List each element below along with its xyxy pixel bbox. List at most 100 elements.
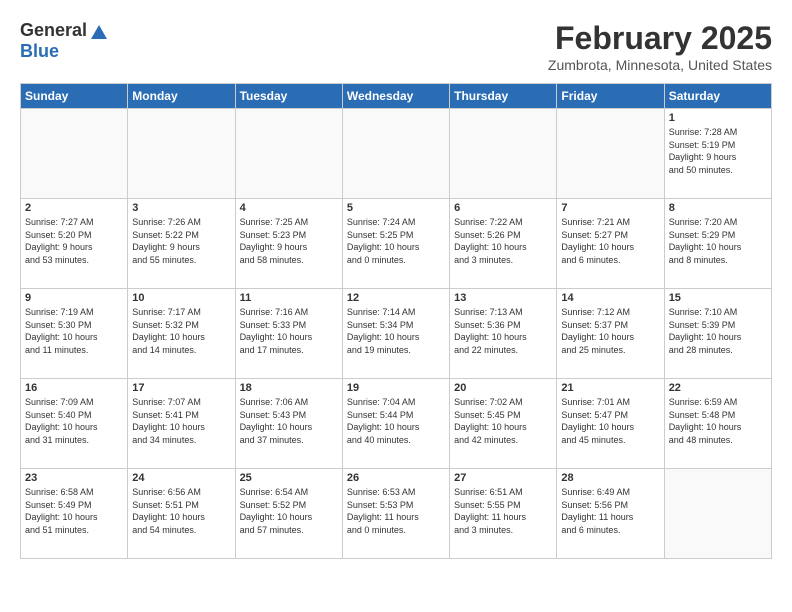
- calendar-cell: 3Sunrise: 7:26 AM Sunset: 5:22 PM Daylig…: [128, 199, 235, 289]
- day-number: 14: [561, 292, 659, 304]
- day-content: Sunrise: 7:04 AM Sunset: 5:44 PM Dayligh…: [347, 396, 445, 446]
- day-number: 8: [669, 202, 767, 214]
- calendar-cell: 22Sunrise: 6:59 AM Sunset: 5:48 PM Dayli…: [664, 379, 771, 469]
- calendar-cell: 16 Sunrise: 7:09 AM Sunset: 5:40 PM Dayli…: [21, 379, 128, 469]
- calendar-cell: 4 Sunrise: 7:25 AM Sunset: 5:23 PM Daylig…: [235, 199, 342, 289]
- calendar-cell: 1 Sunrise: 7:28 AM Sunset: 5:19 PM Daylig…: [664, 109, 771, 199]
- day-content: Sunrise: 7:01 AM Sunset: 5:47 PM Dayligh…: [561, 396, 659, 446]
- day-number: 19: [347, 382, 445, 394]
- calendar-cell: 5 Sunrise: 7:24 AM Sunset: 5:25 PM Daylig…: [342, 199, 449, 289]
- day-number: 2: [25, 202, 123, 214]
- day-content: Sunrise: 6:58 AM Sunset: 5:49 PM Dayligh…: [25, 486, 123, 536]
- day-content: Sunrise: 7:22 AM Sunset: 5:26 PM Dayligh…: [454, 216, 552, 266]
- day-number: 20: [454, 382, 552, 394]
- day-number: 16: [25, 382, 123, 394]
- day-number: 21: [561, 382, 659, 394]
- day-content: Sunrise: 6:51 AM Sunset: 5:55 PM Dayligh…: [454, 486, 552, 536]
- logo-blue-text: Blue: [20, 41, 59, 62]
- day-content: Sunrise: 7:27 AM Sunset: 5:20 PM Dayligh…: [25, 216, 123, 266]
- calendar-cell: [557, 109, 664, 199]
- logo: General Blue: [20, 20, 107, 62]
- day-number: 13: [454, 292, 552, 304]
- day-content: Sunrise: 7:13 AM Sunset: 5:36 PM Dayligh…: [454, 306, 552, 356]
- day-content: Sunrise: 7:12 AM Sunset: 5:37 PM Dayligh…: [561, 306, 659, 356]
- calendar-cell: [21, 109, 128, 199]
- calendar-cell: 14 Sunrise: 7:12 AM Sunset: 5:37 PM Dayli…: [557, 289, 664, 379]
- day-number: 9: [25, 292, 123, 304]
- calendar-week-row: 23 Sunrise: 6:58 AM Sunset: 5:49 PM Dayli…: [21, 469, 772, 559]
- day-number: 12: [347, 292, 445, 304]
- day-number: 18: [240, 382, 338, 394]
- day-content: Sunrise: 6:59 AM Sunset: 5:48 PM Dayligh…: [669, 396, 767, 446]
- day-content: Sunrise: 7:26 AM Sunset: 5:22 PM Dayligh…: [132, 216, 230, 266]
- column-header-wednesday: Wednesday: [342, 84, 449, 109]
- day-number: 7: [561, 202, 659, 214]
- day-content: Sunrise: 7:20 AM Sunset: 5:29 PM Dayligh…: [669, 216, 767, 266]
- day-content: Sunrise: 7:17 AM Sunset: 5:32 PM Dayligh…: [132, 306, 230, 356]
- calendar-week-row: 1 Sunrise: 7:28 AM Sunset: 5:19 PM Daylig…: [21, 109, 772, 199]
- calendar-cell: 2 Sunrise: 7:27 AM Sunset: 5:20 PM Daylig…: [21, 199, 128, 289]
- day-content: Sunrise: 7:06 AM Sunset: 5:43 PM Dayligh…: [240, 396, 338, 446]
- calendar-cell: 18 Sunrise: 7:06 AM Sunset: 5:43 PM Dayli…: [235, 379, 342, 469]
- calendar-cell: 10 Sunrise: 7:17 AM Sunset: 5:32 PM Dayli…: [128, 289, 235, 379]
- calendar-cell: [128, 109, 235, 199]
- day-content: Sunrise: 6:53 AM Sunset: 5:53 PM Dayligh…: [347, 486, 445, 536]
- calendar-week-row: 2 Sunrise: 7:27 AM Sunset: 5:20 PM Daylig…: [21, 199, 772, 289]
- logo-general-text: General: [20, 20, 87, 41]
- calendar-cell: 12 Sunrise: 7:14 AM Sunset: 5:34 PM Dayli…: [342, 289, 449, 379]
- day-number: 23: [25, 472, 123, 484]
- day-content: Sunrise: 7:14 AM Sunset: 5:34 PM Dayligh…: [347, 306, 445, 356]
- logo-triangle-icon: [91, 25, 107, 39]
- day-content: Sunrise: 7:10 AM Sunset: 5:39 PM Dayligh…: [669, 306, 767, 356]
- day-content: Sunrise: 6:56 AM Sunset: 5:51 PM Dayligh…: [132, 486, 230, 536]
- calendar-cell: 28 Sunrise: 6:49 AM Sunset: 5:56 PM Dayli…: [557, 469, 664, 559]
- day-number: 1: [669, 112, 767, 124]
- calendar-cell: [450, 109, 557, 199]
- calendar-cell: 25 Sunrise: 6:54 AM Sunset: 5:52 PM Dayli…: [235, 469, 342, 559]
- column-header-friday: Friday: [557, 84, 664, 109]
- day-content: Sunrise: 7:07 AM Sunset: 5:41 PM Dayligh…: [132, 396, 230, 446]
- day-content: Sunrise: 6:49 AM Sunset: 5:56 PM Dayligh…: [561, 486, 659, 536]
- calendar-cell: 13 Sunrise: 7:13 AM Sunset: 5:36 PM Dayli…: [450, 289, 557, 379]
- calendar-cell: 26 Sunrise: 6:53 AM Sunset: 5:53 PM Dayli…: [342, 469, 449, 559]
- day-number: 15: [669, 292, 767, 304]
- day-content: Sunrise: 7:28 AM Sunset: 5:19 PM Dayligh…: [669, 126, 767, 176]
- location-subtitle: Zumbrota, Minnesota, United States: [548, 57, 772, 73]
- column-header-sunday: Sunday: [21, 84, 128, 109]
- day-number: 5: [347, 202, 445, 214]
- day-number: 27: [454, 472, 552, 484]
- day-content: Sunrise: 7:09 AM Sunset: 5:40 PM Dayligh…: [25, 396, 123, 446]
- day-content: Sunrise: 7:19 AM Sunset: 5:30 PM Dayligh…: [25, 306, 123, 356]
- day-number: 25: [240, 472, 338, 484]
- calendar-cell: 27 Sunrise: 6:51 AM Sunset: 5:55 PM Dayli…: [450, 469, 557, 559]
- day-number: 26: [347, 472, 445, 484]
- day-content: Sunrise: 7:25 AM Sunset: 5:23 PM Dayligh…: [240, 216, 338, 266]
- day-content: Sunrise: 6:54 AM Sunset: 5:52 PM Dayligh…: [240, 486, 338, 536]
- calendar-cell: 23 Sunrise: 6:58 AM Sunset: 5:49 PM Dayli…: [21, 469, 128, 559]
- calendar-cell: [235, 109, 342, 199]
- day-number: 28: [561, 472, 659, 484]
- day-number: 11: [240, 292, 338, 304]
- day-content: Sunrise: 7:02 AM Sunset: 5:45 PM Dayligh…: [454, 396, 552, 446]
- calendar-cell: 20 Sunrise: 7:02 AM Sunset: 5:45 PM Dayli…: [450, 379, 557, 469]
- column-header-monday: Monday: [128, 84, 235, 109]
- day-content: Sunrise: 7:24 AM Sunset: 5:25 PM Dayligh…: [347, 216, 445, 266]
- day-content: Sunrise: 7:21 AM Sunset: 5:27 PM Dayligh…: [561, 216, 659, 266]
- calendar-table: SundayMondayTuesdayWednesdayThursdayFrid…: [20, 83, 772, 559]
- calendar-cell: 11 Sunrise: 7:16 AM Sunset: 5:33 PM Dayli…: [235, 289, 342, 379]
- calendar-week-row: 9 Sunrise: 7:19 AM Sunset: 5:30 PM Daylig…: [21, 289, 772, 379]
- calendar-cell: 24 Sunrise: 6:56 AM Sunset: 5:51 PM Dayli…: [128, 469, 235, 559]
- calendar-cell: [664, 469, 771, 559]
- calendar-cell: 17 Sunrise: 7:07 AM Sunset: 5:41 PM Dayli…: [128, 379, 235, 469]
- day-number: 10: [132, 292, 230, 304]
- column-header-tuesday: Tuesday: [235, 84, 342, 109]
- day-number: 17: [132, 382, 230, 394]
- calendar-cell: 8 Sunrise: 7:20 AM Sunset: 5:29 PM Daylig…: [664, 199, 771, 289]
- day-number: 24: [132, 472, 230, 484]
- calendar-cell: 21 Sunrise: 7:01 AM Sunset: 5:47 PM Dayli…: [557, 379, 664, 469]
- page-header: General Blue February 2025 Zumbrota, Min…: [20, 20, 772, 73]
- column-header-thursday: Thursday: [450, 84, 557, 109]
- day-content: Sunrise: 7:16 AM Sunset: 5:33 PM Dayligh…: [240, 306, 338, 356]
- calendar-cell: [342, 109, 449, 199]
- day-number: 4: [240, 202, 338, 214]
